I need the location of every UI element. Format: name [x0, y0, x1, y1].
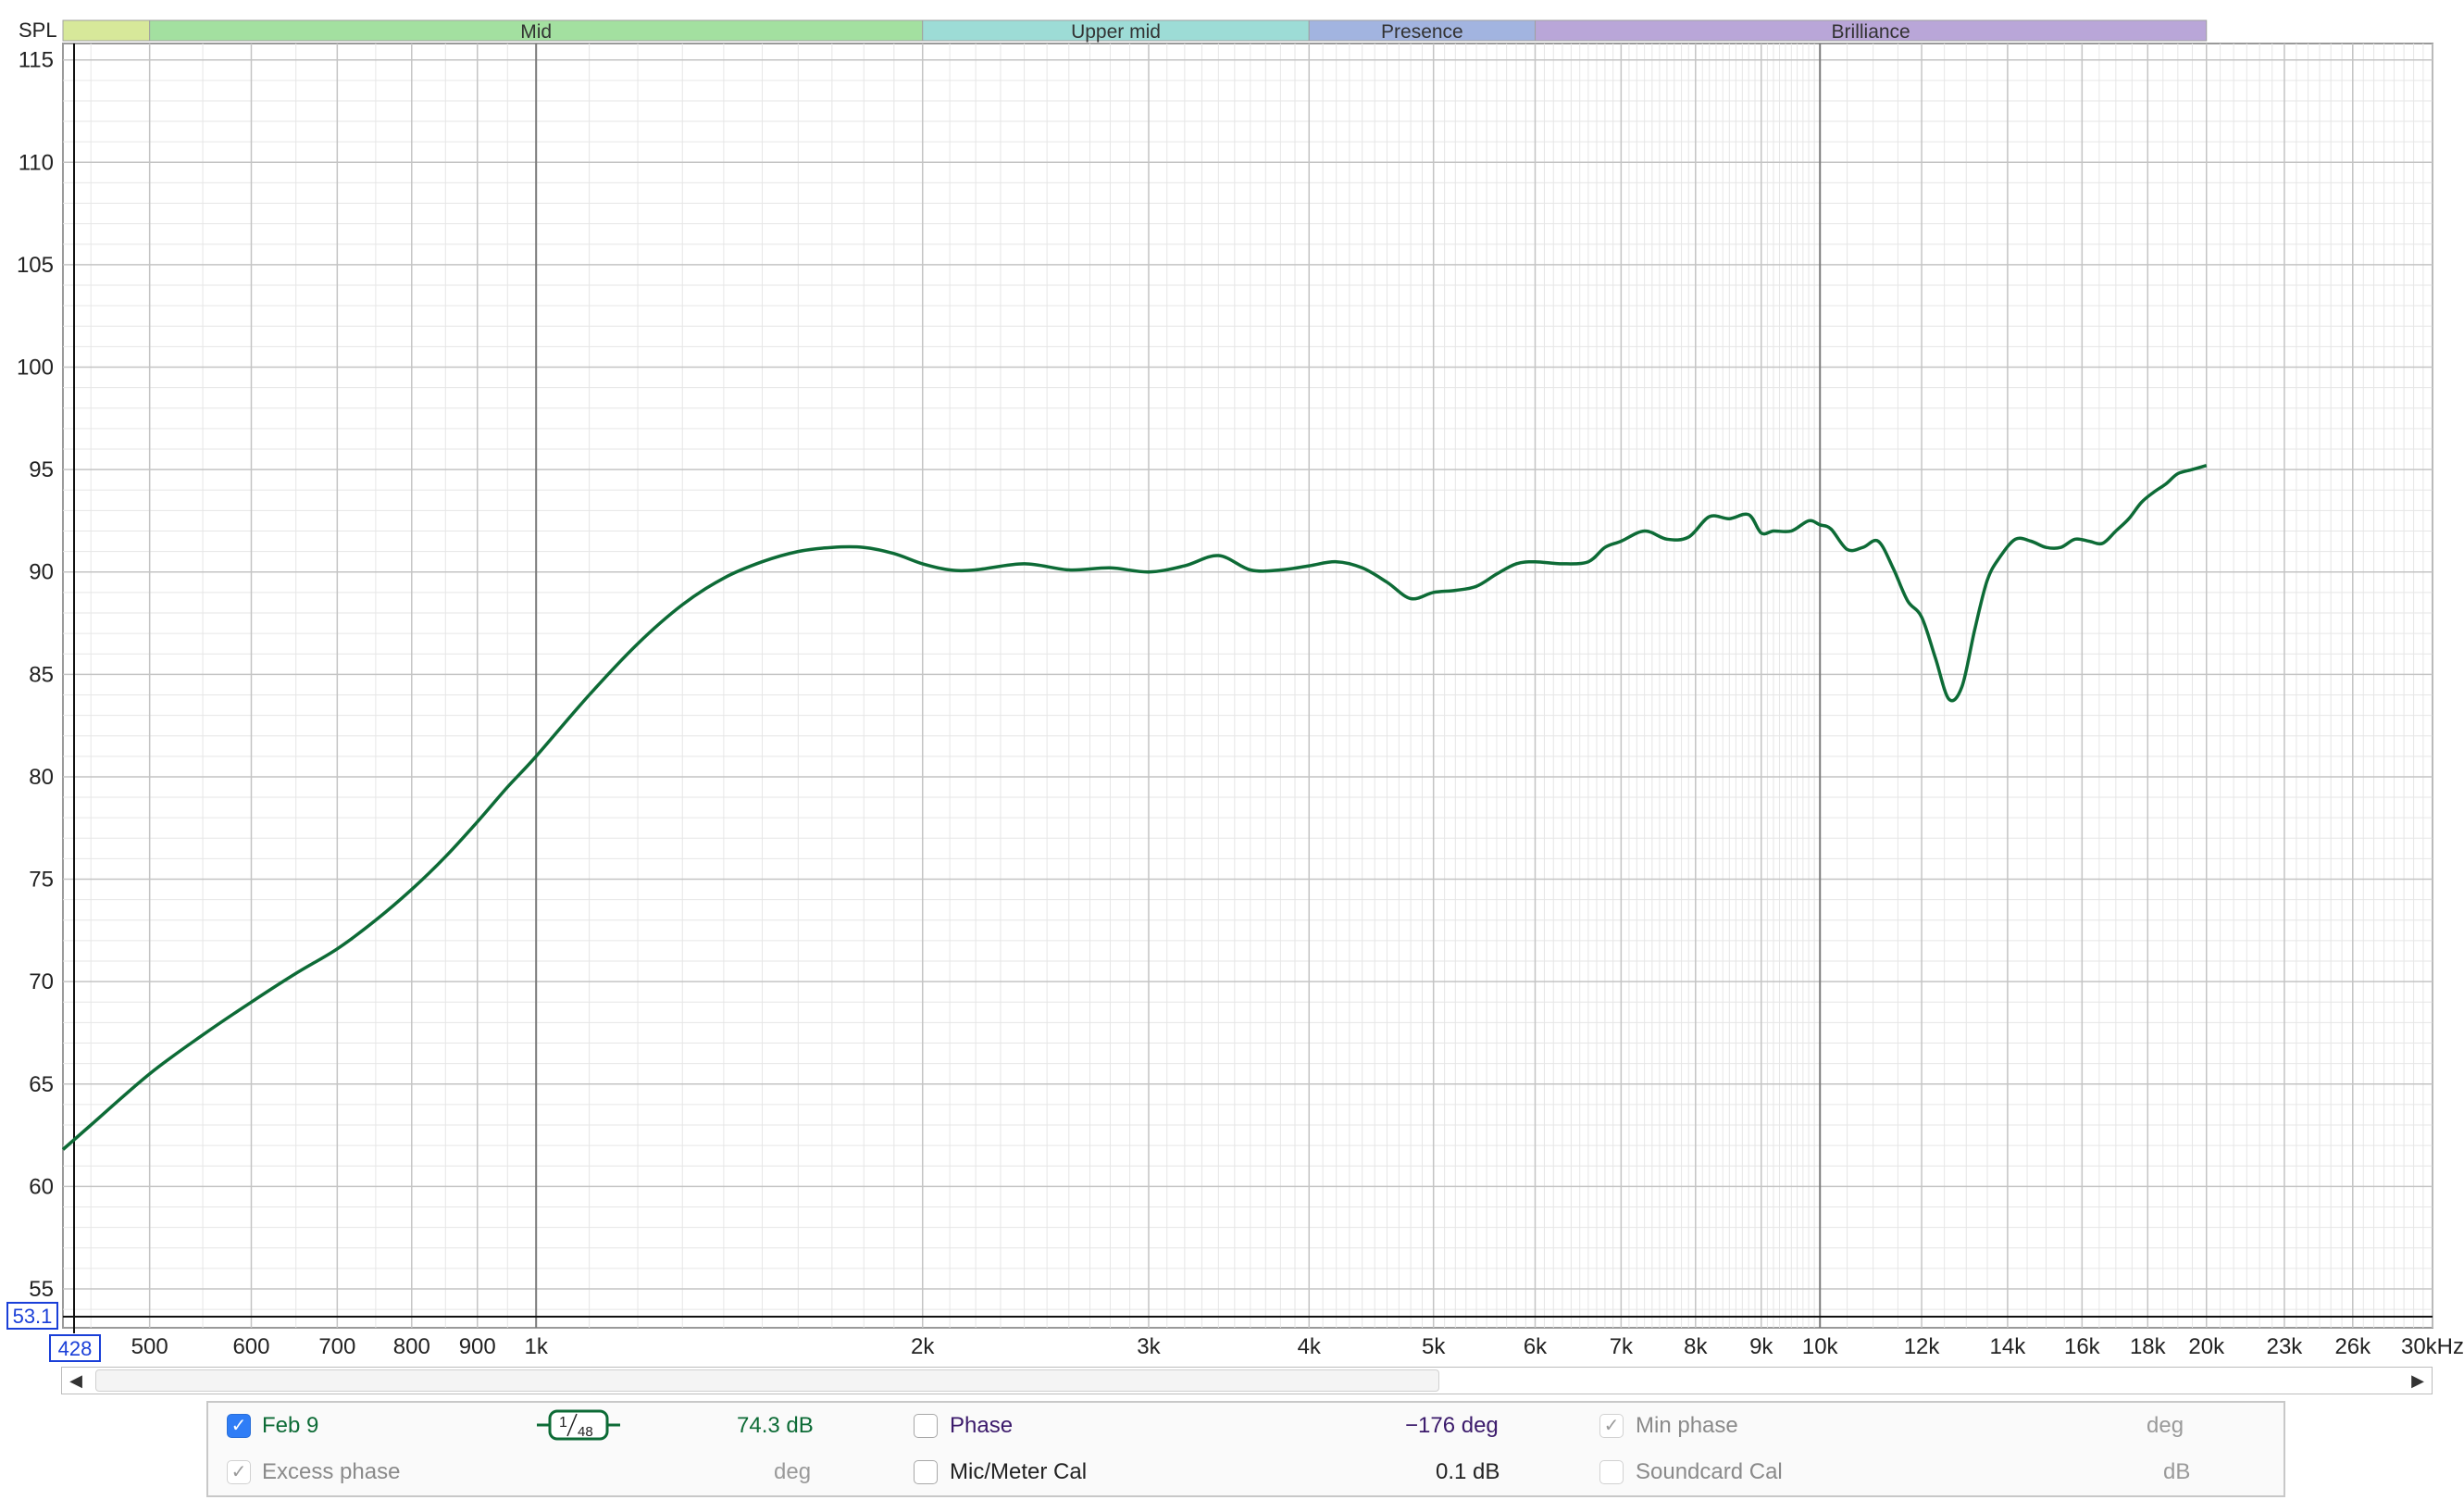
x-tick-label: 5k: [1422, 1334, 1446, 1359]
x-tick-label: 16k: [2064, 1334, 2101, 1359]
min-phase-unit: deg: [2147, 1413, 2184, 1438]
band-label: Brilliance: [1832, 21, 1910, 43]
scrollbar-thumb[interactable]: [95, 1369, 1439, 1392]
x-tick-label: 500: [131, 1334, 168, 1359]
y-tick-label: 105: [17, 253, 54, 278]
min-phase-label: Min phase: [1636, 1413, 1738, 1438]
excess-phase-label: Excess phase: [262, 1459, 401, 1484]
phase-value: −176 deg: [1405, 1413, 1499, 1438]
x-tick-label: 14k: [1990, 1334, 2027, 1359]
y-tick-label: 110: [19, 150, 54, 175]
x-min-label: 428: [58, 1337, 93, 1360]
legend-panel: ✓ Feb 9 1 48 74.3 dB Phase −176 deg ✓ Mi…: [206, 1401, 2285, 1497]
x-tick-label: 4k: [1298, 1334, 1322, 1359]
y-tick-label: 95: [29, 457, 54, 482]
phase-checkbox[interactable]: [914, 1414, 938, 1438]
x-tick-label: 2k: [911, 1334, 935, 1359]
y-axis-label: SPL: [19, 19, 57, 42]
x-tick-label: 600: [232, 1334, 269, 1359]
trace-value: 74.3 dB: [737, 1413, 814, 1438]
smoothing-indicator[interactable]: 1 48: [537, 1408, 620, 1442]
x-tick-label: 3k: [1137, 1334, 1161, 1359]
x-tick-label: 10k: [1802, 1334, 1839, 1359]
x-tick-label: 9k: [1749, 1334, 1773, 1359]
y-tick-label: 80: [29, 765, 54, 790]
horizontal-scrollbar[interactable]: ◀ ▶: [61, 1367, 2433, 1394]
y-tick-label: 85: [29, 662, 54, 687]
smoothing-numerator: 1: [559, 1415, 567, 1431]
x-tick-label: 8k: [1684, 1334, 1708, 1359]
y-tick-label: 55: [29, 1277, 54, 1302]
mic-cal-label: Mic/Meter Cal: [950, 1459, 1088, 1484]
y-tick-label: 115: [19, 48, 54, 73]
x-tick-label: 26k: [2334, 1334, 2371, 1359]
y-tick-label: 90: [29, 560, 54, 585]
x-tick-label: 900: [459, 1334, 496, 1359]
x-tick-label: 30kHz: [2401, 1334, 2464, 1359]
phase-label: Phase: [950, 1413, 1014, 1438]
excess-phase-unit: deg: [774, 1459, 812, 1484]
excess-phase-checkbox[interactable]: ✓: [227, 1460, 251, 1484]
x-tick-label: 7k: [1610, 1334, 1634, 1359]
x-tick-label: 18k: [2130, 1334, 2167, 1359]
y-tick-label: 60: [29, 1174, 54, 1199]
soundcard-cal-label: Soundcard Cal: [1636, 1459, 1783, 1484]
scroll-right-button[interactable]: ▶: [2404, 1368, 2432, 1394]
x-tick-label: 700: [318, 1334, 355, 1359]
soundcard-cal-checkbox[interactable]: [1599, 1460, 1624, 1484]
smoothing-denominator: 48: [578, 1424, 593, 1440]
mic-cal-value: 0.1 dB: [1436, 1459, 1500, 1484]
band-label: Mid: [520, 21, 552, 43]
soundcard-cal-unit: dB: [2163, 1459, 2191, 1484]
y-tick-label: 70: [29, 969, 54, 994]
trace-name: Feb 9: [262, 1413, 319, 1438]
x-tick-label: 12k: [1904, 1334, 1941, 1359]
legend-row-extras: ✓ Excess phase deg Mic/Meter Cal 0.1 dB …: [208, 1449, 2284, 1495]
band-label: Upper mid: [1071, 21, 1161, 43]
x-tick-label: 23k: [2267, 1334, 2304, 1359]
x-tick-label: 6k: [1524, 1334, 1548, 1359]
legend-row-trace: ✓ Feb 9 1 48 74.3 dB Phase −176 deg ✓ Mi…: [208, 1403, 2284, 1449]
band-label: Presence: [1381, 21, 1463, 43]
x-tick-label: 800: [393, 1334, 430, 1359]
plot-area: [62, 43, 2433, 1329]
x-tick-label: 20k: [2188, 1334, 2225, 1359]
trace-checkbox[interactable]: ✓: [227, 1414, 251, 1438]
y-tick-label: 65: [29, 1072, 54, 1097]
y-min-label: 53.1: [13, 1305, 53, 1328]
spl-chart[interactable]: 55 60 65 70 75 80 85 90 95 100 105 110 115 500 600 700 8…: [0, 0, 2464, 1398]
y-tick-label: 75: [29, 868, 54, 893]
x-tick-label: 1k: [525, 1334, 549, 1359]
min-phase-checkbox[interactable]: ✓: [1599, 1414, 1624, 1438]
y-tick-label: 100: [17, 356, 54, 381]
frequency-band: [62, 19, 151, 42]
scroll-left-button[interactable]: ◀: [62, 1368, 90, 1394]
mic-cal-checkbox[interactable]: [914, 1460, 938, 1484]
